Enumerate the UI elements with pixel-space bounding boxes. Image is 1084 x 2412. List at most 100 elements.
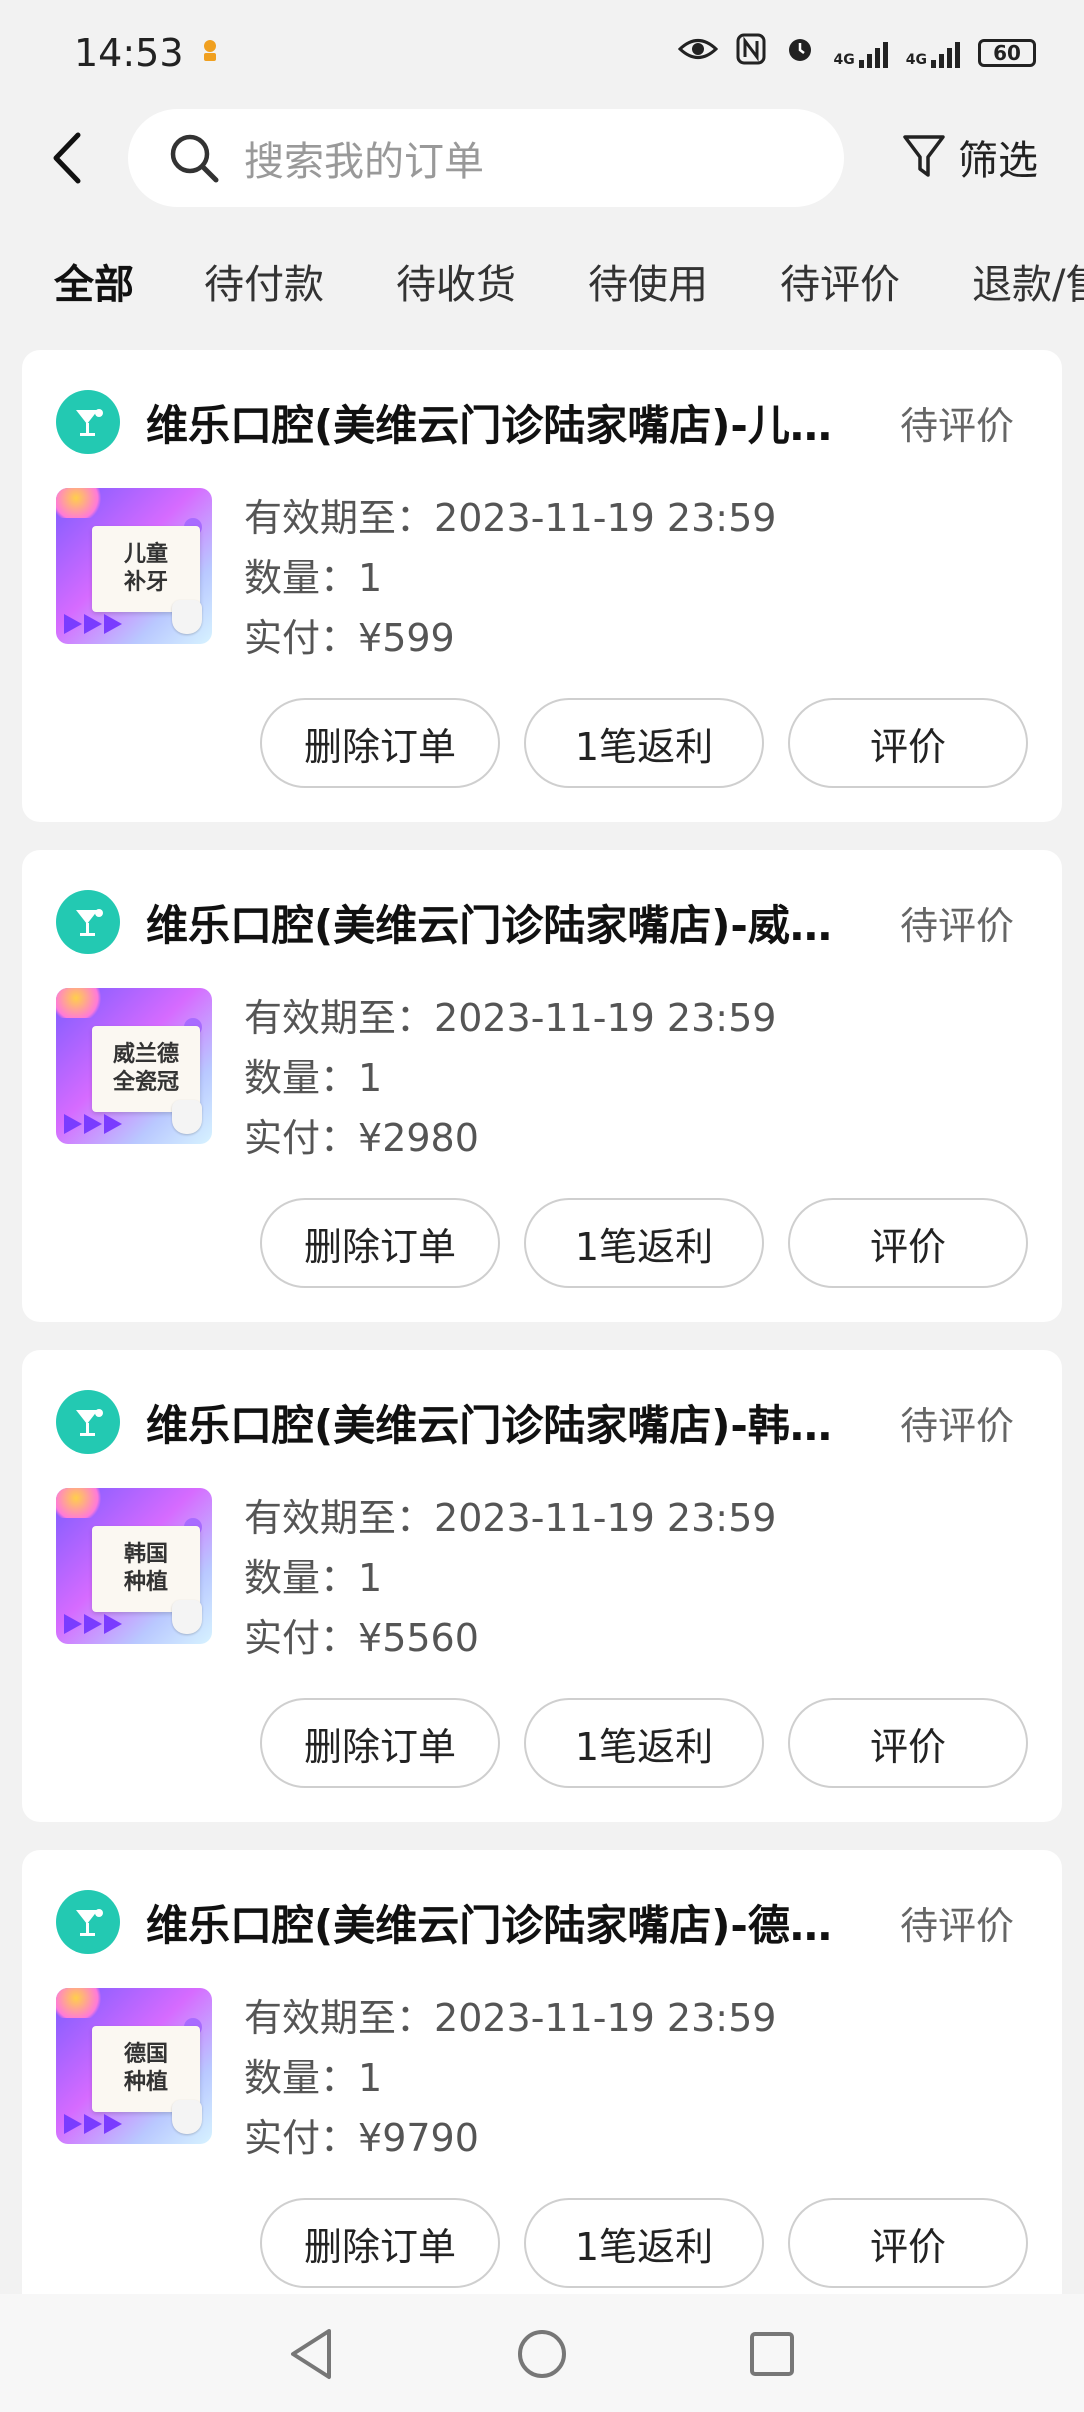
order-details: 有效期至：2023-11-19 23:59 数量：1 实付：¥5560: [244, 1488, 776, 1668]
expiry-value: 2023-11-19 23:59: [434, 496, 777, 540]
filter-icon: [903, 135, 945, 177]
status-bar: 14:53 4G 4G 60: [0, 0, 1084, 105]
order-actions: 删除订单 1笔返利 评价: [260, 2198, 1028, 2288]
paid-line: 实付：¥9790: [244, 2108, 776, 2168]
quantity-value: 1: [358, 2056, 383, 2100]
delete-order-button[interactable]: 删除订单: [260, 1698, 500, 1788]
tooth-icon: [172, 1600, 202, 1634]
battery-level: 60: [993, 40, 1021, 65]
expiry-label: 有效期至：: [244, 996, 435, 1040]
rebate-button[interactable]: 1笔返利: [524, 2198, 764, 2288]
nav-back-button[interactable]: [282, 2324, 342, 2384]
tab-pending-use[interactable]: 待使用: [588, 252, 708, 310]
review-button[interactable]: 评价: [788, 2198, 1028, 2288]
tab-refund[interactable]: 退款/售后: [972, 252, 1084, 310]
store-name[interactable]: 维乐口腔(美维云门诊陆家嘴店)-德国种植: [146, 1892, 846, 1953]
expiry-label: 有效期至：: [244, 1496, 435, 1540]
store-name[interactable]: 维乐口腔(美维云门诊陆家嘴店)-威兰德全瓷冠: [146, 892, 846, 953]
tab-all[interactable]: 全部: [54, 252, 134, 312]
tooth-icon: [172, 1100, 202, 1134]
paid-label: 实付：: [244, 1616, 359, 1660]
order-details: 有效期至：2023-11-19 23:59 数量：1 实付：¥2980: [244, 988, 776, 1168]
paid-value: ¥599: [358, 616, 455, 660]
product-thumbnail[interactable]: 儿童 补牙: [56, 488, 212, 644]
review-button[interactable]: 评价: [788, 698, 1028, 788]
battery-icon: 60: [978, 38, 1036, 67]
status-left: 14:53: [74, 31, 222, 75]
quantity-line: 数量：1: [244, 2048, 776, 2108]
quantity-label: 数量：: [244, 556, 359, 600]
status-right: 4G 4G 60: [677, 33, 1036, 73]
store-icon: [56, 1890, 120, 1954]
search-icon: [170, 134, 219, 183]
paid-label: 实付：: [244, 2116, 359, 2160]
review-button[interactable]: 评价: [788, 1198, 1028, 1288]
nav-recents-button[interactable]: [742, 2324, 802, 2384]
order-card[interactable]: 维乐口腔(美维云门诊陆家嘴店)-韩国种植 待评价 韩国 种植 有效期至：2023…: [22, 1350, 1062, 1822]
quantity-label: 数量：: [244, 2056, 359, 2100]
product-thumbnail[interactable]: 德国 种植: [56, 1988, 212, 2144]
order-header: 维乐口腔(美维云门诊陆家嘴店)-儿童补牙 待评价: [56, 390, 1046, 454]
order-details: 有效期至：2023-11-19 23:59 数量：1 实付：¥599: [244, 488, 776, 668]
order-status: 待评价: [899, 903, 1014, 948]
back-button[interactable]: [38, 125, 98, 191]
quantity-label: 数量：: [244, 1056, 359, 1100]
filter-button[interactable]: 筛选: [902, 127, 1038, 187]
tab-pending-delivery[interactable]: 待收货: [396, 252, 516, 310]
paid-label: 实付：: [244, 616, 359, 660]
square-recents-icon: [750, 2332, 794, 2376]
rebate-button[interactable]: 1笔返利: [524, 1698, 764, 1788]
signal-icon-1: 4G: [834, 38, 888, 68]
tooth-icon: [172, 600, 202, 634]
rebate-button[interactable]: 1笔返利: [524, 1198, 764, 1288]
quantity-line: 数量：1: [244, 548, 776, 608]
triangle-back-icon: [291, 2329, 331, 2379]
paid-line: 实付：¥5560: [244, 1608, 776, 1668]
system-nav-bar: [0, 2294, 1084, 2412]
order-status: 待评价: [899, 1903, 1014, 1948]
expiry-line: 有效期至：2023-11-19 23:59: [244, 488, 776, 548]
order-actions: 删除订单 1笔返利 评价: [260, 1198, 1028, 1288]
order-actions: 删除订单 1笔返利 评价: [260, 1698, 1028, 1788]
circle-home-icon: [518, 2330, 566, 2378]
expiry-value: 2023-11-19 23:59: [434, 996, 777, 1040]
status-time: 14:53: [74, 30, 184, 75]
product-thumbnail[interactable]: 韩国 种植: [56, 1488, 212, 1644]
order-card[interactable]: 维乐口腔(美维云门诊陆家嘴店)-威兰德全瓷冠 待评价 威兰德 全瓷冠 有效期至：…: [22, 850, 1062, 1322]
order-card[interactable]: 维乐口腔(美维云门诊陆家嘴店)-德国种植 待评价 德国 种植 有效期至：2023…: [22, 1850, 1062, 2322]
tab-pending-payment[interactable]: 待付款: [204, 252, 324, 310]
product-thumbnail[interactable]: 威兰德 全瓷冠: [56, 988, 212, 1144]
paid-line: 实付：¥2980: [244, 1108, 776, 1168]
order-card[interactable]: 维乐口腔(美维云门诊陆家嘴店)-儿童补牙 待评价 儿童 补牙 有效期至：2023…: [22, 350, 1062, 822]
paid-line: 实付：¥599: [244, 608, 776, 668]
filter-label: 筛选: [958, 138, 1038, 184]
expiry-line: 有效期至：2023-11-19 23:59: [244, 1988, 776, 2048]
search-placeholder: 搜索我的订单: [244, 139, 484, 185]
delete-order-button[interactable]: 删除订单: [260, 2198, 500, 2288]
expiry-value: 2023-11-19 23:59: [434, 1496, 777, 1540]
nav-home-button[interactable]: [512, 2324, 572, 2384]
delete-order-button[interactable]: 删除订单: [260, 698, 500, 788]
signal-icon-2: 4G: [906, 38, 960, 68]
store-name[interactable]: 维乐口腔(美维云门诊陆家嘴店)-儿童补牙: [146, 392, 846, 453]
nfc-icon: [736, 33, 766, 73]
store-name[interactable]: 维乐口腔(美维云门诊陆家嘴店)-韩国种植: [146, 1392, 846, 1453]
network-type-1: 4G: [833, 51, 855, 68]
order-tabs: 全部 待付款 待收货 待使用 待评价 退款/售后: [0, 240, 1084, 320]
delete-order-button[interactable]: 删除订单: [260, 1198, 500, 1288]
expiry-label: 有效期至：: [244, 496, 435, 540]
tab-pending-review[interactable]: 待评价: [780, 252, 900, 310]
search-input[interactable]: 搜索我的订单: [128, 109, 844, 207]
order-header: 维乐口腔(美维云门诊陆家嘴店)-韩国种植 待评价: [56, 1390, 1046, 1454]
paid-value: ¥9790: [358, 2116, 479, 2160]
order-header: 维乐口腔(美维云门诊陆家嘴店)-德国种植 待评价: [56, 1890, 1046, 1954]
alarm-icon: [784, 33, 816, 73]
rebate-button[interactable]: 1笔返利: [524, 698, 764, 788]
order-status: 待评价: [899, 403, 1014, 448]
expiry-value: 2023-11-19 23:59: [434, 1996, 777, 2040]
review-button[interactable]: 评价: [788, 1698, 1028, 1788]
tooth-icon: [172, 2100, 202, 2134]
paid-value: ¥5560: [358, 1616, 479, 1660]
network-type-2: 4G: [905, 51, 927, 68]
paid-label: 实付：: [244, 1116, 359, 1160]
